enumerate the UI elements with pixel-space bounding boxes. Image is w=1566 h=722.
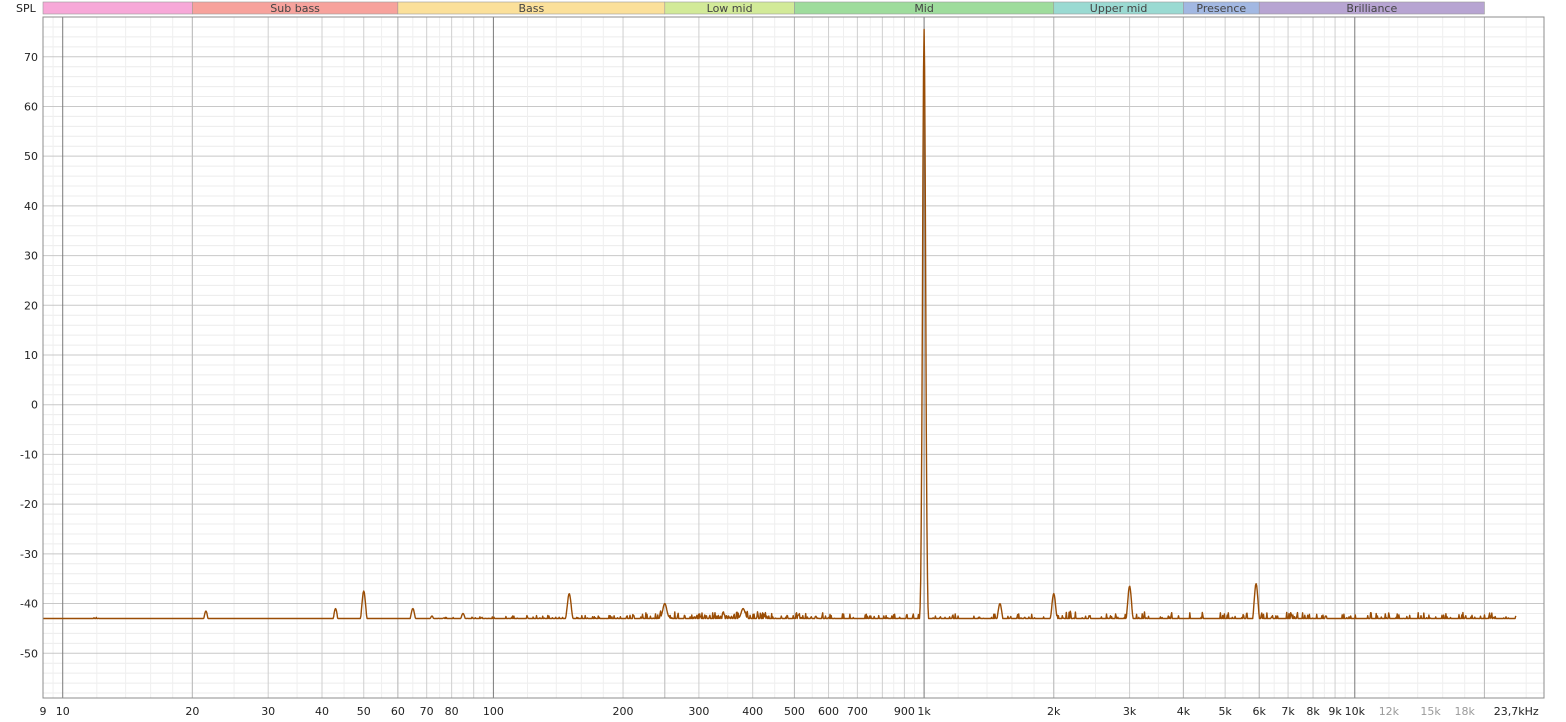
x-tick-label: 600: [818, 705, 839, 718]
band-0: [42, 1, 193, 15]
band-label-6: Presence: [1196, 2, 1246, 15]
y-tick-label: 0: [31, 399, 38, 412]
x-tick-label: 40: [315, 705, 329, 718]
x-tick-label: 300: [688, 705, 709, 718]
y-tick-label: -10: [20, 448, 38, 461]
y-tick-label: 20: [24, 299, 38, 312]
x-tick-label: 700: [847, 705, 868, 718]
y-tick-label: -40: [20, 598, 38, 611]
x-tick-label: 50: [357, 705, 371, 718]
x-tick-label: 10: [56, 705, 70, 718]
x-tick-label: 100: [483, 705, 504, 718]
x-tick-label: 18k: [1455, 705, 1476, 718]
x-tick-label: 9: [40, 705, 47, 718]
y-tick-labels: 70 60 50 40 30 20 10 0 -10 -20 -30 -40 -50: [20, 51, 38, 660]
x-tick-label: 400: [742, 705, 763, 718]
band-label-1: Sub bass: [270, 2, 320, 15]
y-tick-label: 40: [24, 200, 38, 213]
x-tick-label: 200: [613, 705, 634, 718]
x-tick-label: 8k: [1306, 705, 1320, 718]
x-tick-label: 30: [261, 705, 275, 718]
x-tick-label: 2k: [1047, 705, 1061, 718]
y-tick-label: -20: [20, 498, 38, 511]
band-label-3: Low mid: [707, 2, 753, 15]
band-label-7: Brilliance: [1346, 2, 1397, 15]
x-tick-label: 6k: [1253, 705, 1267, 718]
y-tick-label: 10: [24, 349, 38, 362]
frequency-band-bar: Sub bass Bass Low mid Mid Upper mid Presence B…: [42, 1, 1485, 15]
y-tick-label: 60: [24, 100, 38, 113]
x-tick-label: 15k: [1420, 705, 1441, 718]
band-label-5: Upper mid: [1090, 2, 1148, 15]
x-tick-label: 1k: [917, 705, 931, 718]
y-tick-label: 50: [24, 150, 38, 163]
x-tick-label: 60: [391, 705, 405, 718]
x-tick-label: 4k: [1177, 705, 1191, 718]
x-tick-label: 20: [185, 705, 199, 718]
y-tick-label: 30: [24, 250, 38, 263]
x-tick-label: 23,7kHz: [1494, 705, 1539, 718]
x-tick-label: 5k: [1218, 705, 1232, 718]
x-tick-label: 7k: [1281, 705, 1295, 718]
x-tick-label: 3k: [1123, 705, 1137, 718]
x-tick-label: 900: [894, 705, 915, 718]
y-axis-label: SPL: [16, 2, 37, 15]
x-tick-label: 80: [445, 705, 459, 718]
band-label-2: Bass: [518, 2, 544, 15]
x-tick-label: 70: [420, 705, 434, 718]
y-tick-label: 70: [24, 51, 38, 64]
x-tick-label: 500: [784, 705, 805, 718]
y-tick-label: -50: [20, 647, 38, 660]
x-tick-label: 9k: [1328, 705, 1342, 718]
band-label-4: Mid: [914, 2, 934, 15]
x-tick-labels: 9 10 20 30 40 50 60 70 80 100 200 300 400 500 600 700 90…: [40, 705, 1539, 718]
x-tick-label: 12k: [1379, 705, 1400, 718]
x-tick-label: 10k: [1345, 705, 1366, 718]
y-tick-label: -30: [20, 548, 38, 561]
spectrum-chart: Sub bass Bass Low mid Mid Upper mid Presence B…: [16, 1, 1545, 718]
